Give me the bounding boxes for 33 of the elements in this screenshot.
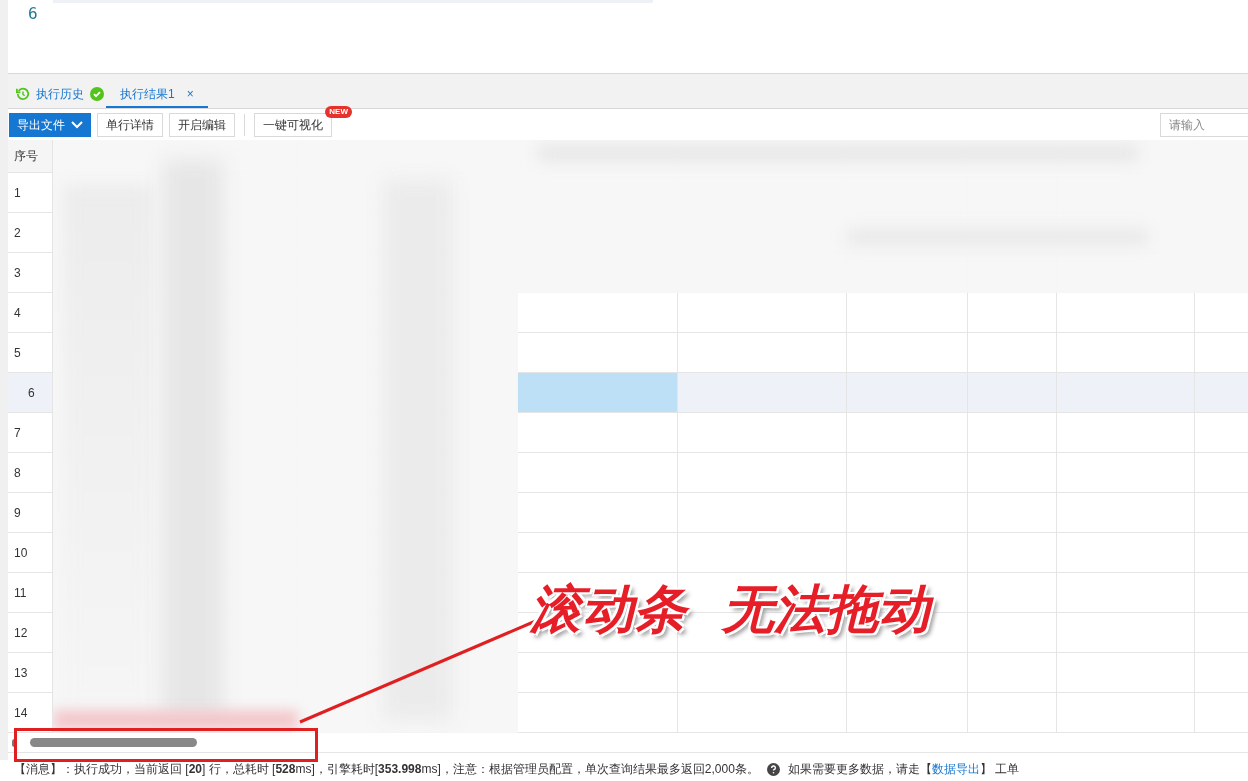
chevron-down-icon bbox=[71, 120, 83, 129]
row-number: 8 bbox=[14, 464, 21, 482]
row-number: 5 bbox=[14, 344, 21, 362]
selected-cell[interactable] bbox=[517, 373, 678, 412]
row-number: 1 bbox=[14, 184, 21, 202]
row-number: 4 bbox=[14, 304, 21, 322]
row-number: 12 bbox=[14, 624, 28, 642]
row-number: 11 bbox=[14, 584, 27, 602]
search-field[interactable]: 请输入 bbox=[1160, 112, 1248, 137]
row-number: 3 bbox=[14, 264, 21, 282]
success-check-icon bbox=[90, 87, 104, 101]
scrollbar-thumb[interactable] bbox=[30, 738, 197, 747]
close-icon[interactable]: × bbox=[186, 84, 194, 103]
history-icon bbox=[16, 86, 30, 101]
row-number: 6 bbox=[28, 384, 35, 402]
status-hint: 如果需要更多数据，请走【 bbox=[787, 761, 932, 778]
row-number: 13 bbox=[14, 664, 28, 682]
toolbar-button[interactable]: 开启编辑 bbox=[169, 112, 235, 137]
row-number: 2 bbox=[14, 224, 21, 242]
row-number: 14 bbox=[14, 704, 28, 722]
export-dropdown-button[interactable]: 导出文件 bbox=[9, 112, 91, 137]
tab[interactable]: 执行历史 bbox=[12, 81, 88, 108]
status-message: 【消息】：执行成功，当前返回 [20] 行，总耗时 [528ms]，引擎耗时[353.998ms]，注意：根据管理员配置，单次查询结果最多返回2,000条。 bbox=[14, 761, 759, 778]
column-header: 序号 bbox=[8, 140, 53, 172]
data-export-link[interactable]: 数据导出 bbox=[931, 760, 980, 778]
toolbar-button[interactable]: 单行详情 bbox=[97, 112, 163, 137]
status-hint: 】 工单 bbox=[979, 761, 1020, 778]
row-number: 10 bbox=[14, 544, 28, 562]
help-icon[interactable] bbox=[766, 762, 780, 776]
row-number: 9 bbox=[14, 504, 21, 522]
row-number: 7 bbox=[14, 424, 21, 442]
tab[interactable]: 执行结果1 × bbox=[106, 81, 208, 108]
line-number: 6 bbox=[28, 3, 38, 25]
